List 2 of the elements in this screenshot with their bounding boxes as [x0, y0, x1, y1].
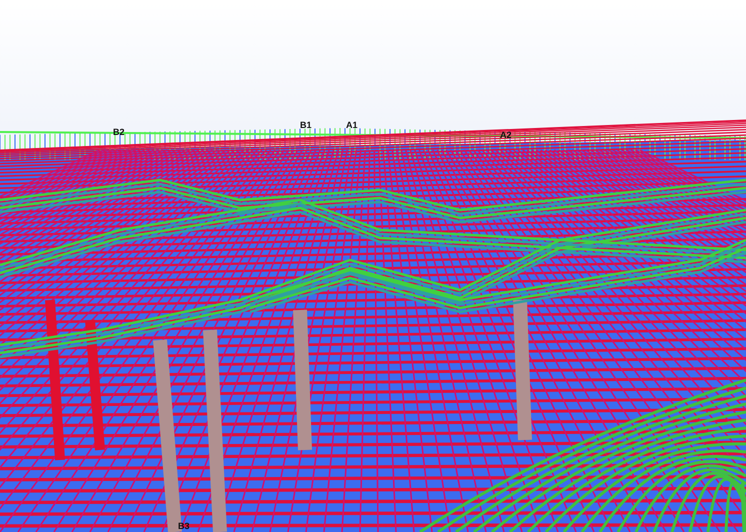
grid-label: B1 — [300, 121, 312, 130]
grid-label: A1 — [346, 121, 358, 130]
